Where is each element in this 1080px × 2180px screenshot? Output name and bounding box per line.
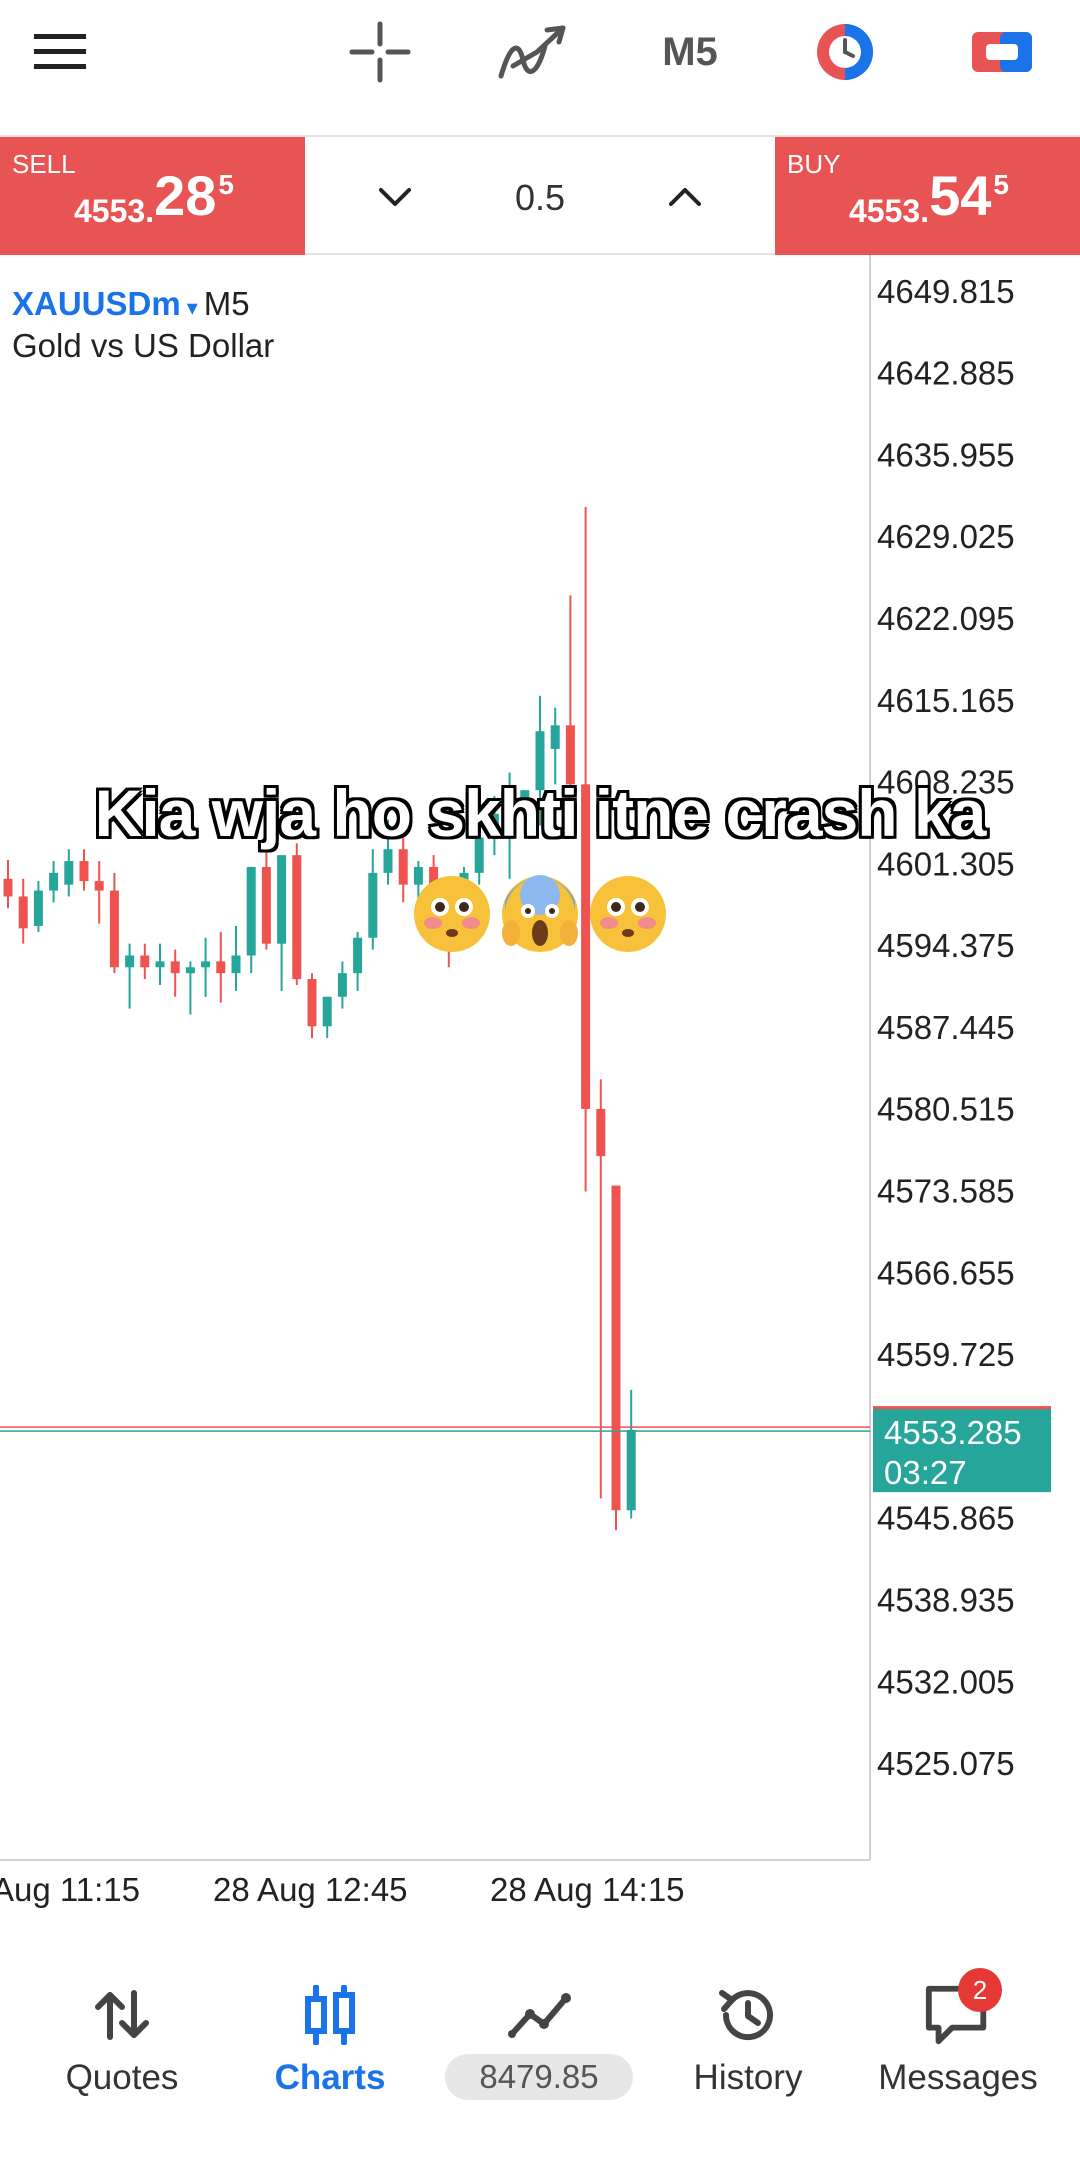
- sell-button[interactable]: SELL 4553. 28 5: [0, 137, 305, 255]
- volume-control: 0.5: [305, 137, 775, 255]
- price-label: 4545.865: [877, 1500, 1015, 1537]
- timeframe-label: M5: [662, 29, 718, 74]
- crosshair-icon: [349, 21, 411, 83]
- candle-body: [626, 1429, 636, 1511]
- price-label: 4525.075: [877, 1745, 1015, 1782]
- candle-body: [231, 955, 241, 974]
- nav-history[interactable]: History: [640, 1940, 856, 2100]
- chart-area[interactable]: 4649.815 4642.885 4635.955 4629.025 4622.095…: [0, 255, 1080, 2088]
- sell-label: SELL: [12, 149, 76, 179]
- charts-icon: [295, 1980, 365, 2050]
- candle-body: [185, 967, 195, 974]
- buy-button[interactable]: BUY 4553. 54 5: [775, 137, 1080, 255]
- timeframe-button[interactable]: M5: [650, 12, 730, 92]
- candle-body: [550, 725, 560, 749]
- menu-button[interactable]: [20, 12, 100, 92]
- menu-icon: [34, 34, 86, 69]
- price-label: 4587.445: [877, 1009, 1015, 1046]
- symbol-caret-icon: ▾: [186, 295, 198, 320]
- chevron-down-icon: [379, 188, 411, 206]
- flushed-face-emoji: [590, 876, 666, 952]
- current-price-box-edge: [873, 1406, 1051, 1410]
- time-label: 28 Aug 14:15: [490, 1871, 685, 1908]
- one-click-trading-icon: [817, 24, 873, 80]
- flushed-face-emoji: [414, 876, 490, 952]
- trade-toggle-icon: [972, 32, 1032, 72]
- lot-decrease-button[interactable]: [365, 167, 425, 227]
- nav-history-label: History: [693, 2058, 803, 2097]
- nav-messages-label: Messages: [878, 2058, 1038, 2097]
- lot-increase-button[interactable]: [655, 167, 715, 227]
- sell-price: 4553. 28 5: [74, 163, 234, 230]
- chart-timeframe: M5: [203, 285, 250, 322]
- buy-label: BUY: [787, 149, 841, 179]
- sell-price-pip: 5: [218, 169, 234, 200]
- price-label: 4532.005: [877, 1663, 1015, 1700]
- candle-body: [611, 1185, 621, 1511]
- chevron-up-icon: [669, 188, 701, 206]
- symbol-header[interactable]: XAUUSDm ▾ M5: [12, 285, 250, 323]
- price-label: 4580.515: [877, 1091, 1015, 1128]
- candle-body: [322, 996, 332, 1027]
- candle-body: [155, 961, 165, 968]
- sell-price-prefix: 4553.: [74, 193, 155, 229]
- nav-quotes[interactable]: Quotes: [14, 1940, 230, 2100]
- caption-emojis: [0, 873, 1080, 955]
- candle-body: [383, 849, 393, 873]
- candle-body: [337, 973, 347, 997]
- one-click-trading-button[interactable]: [805, 12, 885, 92]
- candle-body: [125, 955, 135, 968]
- candle-body: [216, 961, 226, 974]
- video-caption: Kia wja ho skhti itne crash ka: [94, 776, 987, 850]
- nav-charts[interactable]: Charts: [222, 1940, 438, 2100]
- quotes-icon: [87, 1980, 157, 2050]
- candle-body: [307, 979, 317, 1027]
- price-label: 4559.725: [877, 1336, 1015, 1373]
- candle-body: [170, 961, 180, 974]
- symbol-name: XAUUSDm: [12, 285, 181, 322]
- nav-charts-label: Charts: [274, 2058, 386, 2097]
- time-label: Aug 11:15: [0, 1871, 140, 1908]
- price-label: 4642.885: [877, 355, 1015, 392]
- indicators-button[interactable]: [492, 12, 572, 92]
- price-label: 4629.025: [877, 518, 1015, 555]
- nav-messages[interactable]: Messages: [850, 1940, 1066, 2100]
- current-time-label: 03:27: [884, 1454, 967, 1491]
- price-label: 4566.655: [877, 1254, 1015, 1291]
- buy-price-pip: 5: [993, 169, 1009, 200]
- messages-badge: 2: [958, 1968, 1002, 2012]
- price-label: 4538.935: [877, 1582, 1015, 1619]
- crosshair-button[interactable]: [340, 12, 420, 92]
- history-icon: [713, 1980, 783, 2050]
- buy-price-main: 54: [929, 164, 992, 227]
- indicators-icon: [498, 25, 566, 79]
- buy-price: 4553. 54 5: [849, 163, 1009, 230]
- time-label: 28 Aug 12:45: [213, 1871, 408, 1908]
- lot-value[interactable]: 0.5: [475, 177, 605, 219]
- symbol-description: Gold vs US Dollar: [12, 327, 275, 364]
- sell-price-main: 28: [154, 164, 217, 227]
- nav-quotes-label: Quotes: [65, 2058, 179, 2097]
- trade-icon: [505, 1980, 575, 2050]
- candle-body: [201, 961, 211, 968]
- price-label: 4622.095: [877, 600, 1015, 637]
- top-toolbar: M5: [0, 0, 1080, 135]
- candle-body: [596, 1108, 606, 1157]
- price-label: 4573.585: [877, 1173, 1015, 1210]
- candle-body: [140, 955, 150, 968]
- screaming-face-emoji: [502, 875, 578, 952]
- bottom-navigation: Quotes Charts 8479.85 History Messages 2: [0, 1940, 1080, 2180]
- trade-toggle-button[interactable]: [962, 12, 1042, 92]
- price-label: 4635.955: [877, 436, 1015, 473]
- trade-bar: SELL 4553. 28 5 0.5 BUY 4553. 54 5: [0, 135, 1080, 255]
- current-price-label: 4553.285: [884, 1414, 1022, 1451]
- buy-price-prefix: 4553.: [849, 193, 930, 229]
- account-equity: 8479.85: [445, 2054, 633, 2100]
- price-label: 4649.815: [877, 273, 1015, 310]
- price-label: 4615.165: [877, 682, 1015, 719]
- price-chart[interactable]: 4649.815 4642.885 4635.955 4629.025 4622.095…: [0, 255, 1080, 1920]
